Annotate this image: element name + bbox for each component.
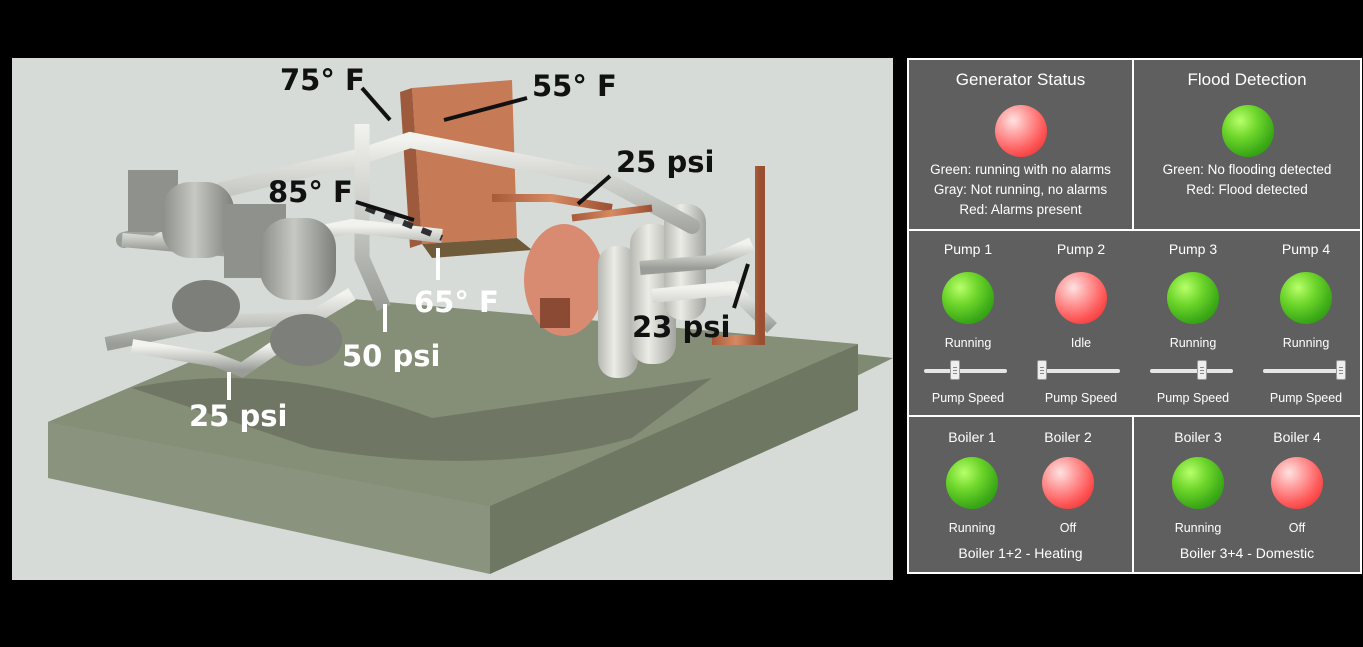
pump-speed-label: Pump Speed — [1269, 391, 1343, 405]
plant-illustration — [48, 70, 893, 574]
generator-status-indicator — [995, 105, 1047, 157]
panel-title: Generator Status — [955, 70, 1086, 89]
pressure-callout-50: 50 psi — [342, 339, 441, 373]
pump-3-status-indicator — [1167, 272, 1219, 324]
pump-1-status-indicator — [942, 272, 994, 324]
pressure-callout-23: 23 psi — [632, 310, 731, 344]
pump-2-status-text: Idle — [1070, 336, 1092, 350]
legend-line: Green: No flooding detected — [1162, 162, 1332, 177]
boiler-1-status-indicator — [946, 457, 998, 509]
mechanical-room-view: 75° F 55° F 25 psi 85° F 65° F 23 psi 50… — [12, 58, 893, 580]
boiler-2-status-indicator — [1042, 457, 1094, 509]
pump-speed-label: Pump Speed — [1156, 391, 1230, 405]
boiler-2-status-text: Off — [1059, 521, 1077, 535]
pump-3-speed-slider[interactable] — [1150, 360, 1233, 380]
pump-speed-label: Pump Speed — [931, 391, 1005, 405]
pressure-callout-25-upper: 25 psi — [616, 145, 715, 179]
panel-title: Flood Detection — [1187, 70, 1307, 89]
legend-line: Red: Alarms present — [959, 202, 1082, 217]
pump-motor — [260, 218, 336, 300]
boiler-group-caption: Boiler 3+4 - Domestic — [1179, 545, 1315, 561]
boiler-3-status-indicator — [1172, 457, 1224, 509]
pump-name: Pump 4 — [1281, 241, 1331, 257]
generator-legend: Green: running with no alarms Gray: Not … — [909, 160, 1132, 220]
boiler-3-status-text: Running — [1174, 521, 1222, 535]
temp-callout-85: 85° F — [268, 175, 353, 209]
temp-callout-75: 75° F — [280, 63, 365, 97]
boiler-2: Boiler 2 — [1012, 429, 1124, 445]
legend-line: Red: Flood detected — [1186, 182, 1308, 197]
pump-4: Pump 4 — [1250, 241, 1362, 257]
pressure-callout-25-lower: 25 psi — [189, 399, 288, 433]
flood-status-indicator — [1222, 105, 1274, 157]
pump-4-status-indicator — [1280, 272, 1332, 324]
slider-thumb[interactable] — [1037, 360, 1047, 380]
pump-4-speed-slider[interactable] — [1263, 360, 1346, 380]
pump-1: Pump 1 — [912, 241, 1024, 257]
boiler-4-status-indicator — [1271, 457, 1323, 509]
slider-thumb[interactable] — [1336, 360, 1346, 380]
boiler-name: Boiler 3 — [1174, 429, 1222, 445]
boiler-name: Boiler 4 — [1273, 429, 1321, 445]
pump-2-speed-slider[interactable] — [1037, 360, 1120, 380]
boiler-3: Boiler 3 — [1142, 429, 1254, 445]
pumps-panel: Pump 1 Pump 2 Pump 3 Pump 4 Running Idle… — [907, 229, 1362, 417]
legend-line: Green: running with no alarms — [930, 162, 1111, 177]
temp-callout-55: 55° F — [532, 69, 617, 103]
pump-name: Pump 1 — [943, 241, 993, 257]
pump-1-status-text: Running — [944, 336, 992, 350]
pump-4-status-text: Running — [1282, 336, 1330, 350]
pump-name: Pump 3 — [1168, 241, 1218, 257]
pump-2: Pump 2 — [1025, 241, 1137, 257]
pump-speed-label: Pump Speed — [1044, 391, 1118, 405]
boiler-4-status-text: Off — [1288, 521, 1306, 535]
boiler-name: Boiler 2 — [1044, 429, 1092, 445]
flood-legend: Green: No flooding detected Red: Flood d… — [1134, 160, 1360, 200]
pump-1-speed-slider[interactable] — [924, 360, 1007, 380]
boilers-heating-panel: Boiler 1 Boiler 2 Running Off Boiler 1+2… — [907, 415, 1134, 574]
boiler-4: Boiler 4 — [1241, 429, 1353, 445]
boiler-group-caption: Boiler 1+2 - Heating — [958, 545, 1083, 561]
pump-3-status-text: Running — [1169, 336, 1217, 350]
pump-volute — [172, 280, 240, 332]
pump-motor — [162, 182, 234, 258]
slider-thumb[interactable] — [1197, 360, 1207, 380]
temp-callout-65: 65° F — [414, 285, 499, 319]
boilers-domestic-panel: Boiler 3 Boiler 4 Running Off Boiler 3+4… — [1132, 415, 1362, 574]
pump-name: Pump 2 — [1056, 241, 1106, 257]
flood-detection-panel: Flood Detection Green: No flooding detec… — [1132, 58, 1362, 231]
status-dashboard: Generator Status Green: running with no … — [907, 58, 1362, 574]
pump-2-status-indicator — [1055, 272, 1107, 324]
slider-thumb[interactable] — [950, 360, 960, 380]
generator-status-panel: Generator Status Green: running with no … — [907, 58, 1134, 231]
pump-3: Pump 3 — [1137, 241, 1249, 257]
pump-volute — [270, 314, 342, 366]
legend-line: Gray: Not running, no alarms — [933, 182, 1108, 197]
